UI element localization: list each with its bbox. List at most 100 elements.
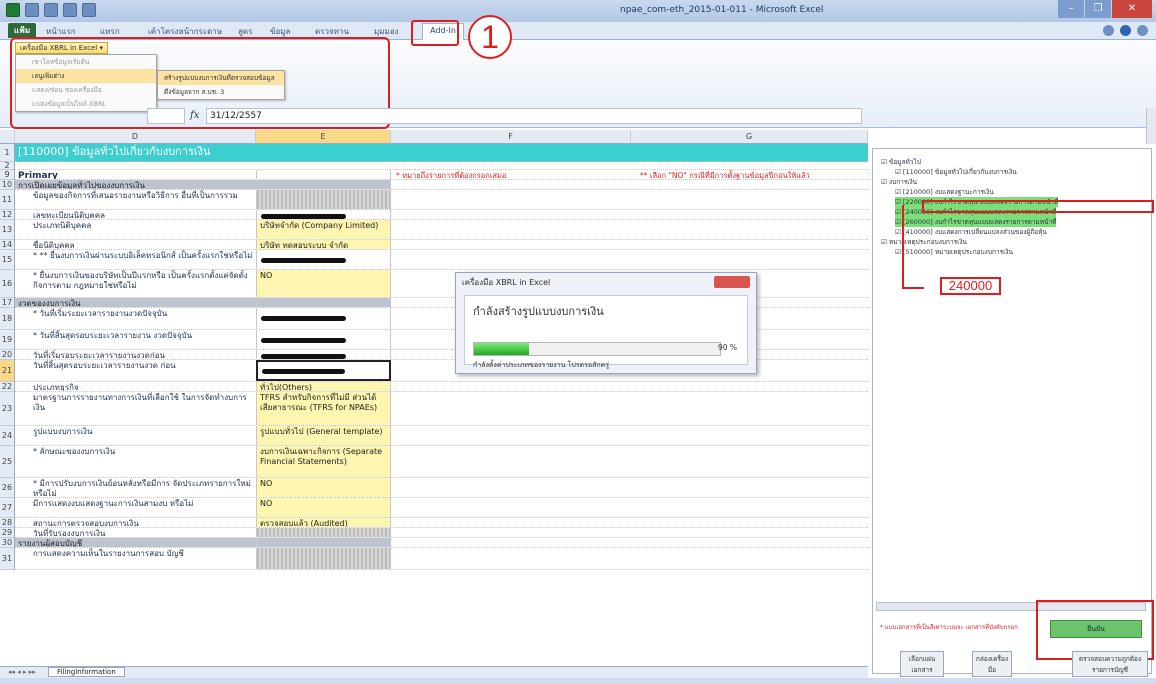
column-header-g[interactable]: G: [631, 130, 868, 144]
cell-label[interactable]: งวดของงบการเงิน: [15, 298, 256, 307]
row-header[interactable]: 26: [0, 478, 15, 498]
quick-access-dropdown-icon[interactable]: [82, 3, 96, 17]
cell-value[interactable]: [256, 360, 391, 381]
row-header[interactable]: 1: [0, 144, 15, 162]
column-header-d[interactable]: D: [15, 130, 256, 144]
cell-value[interactable]: [256, 548, 391, 569]
row-header[interactable]: 18: [0, 308, 15, 330]
checkbox-icon[interactable]: ☑: [895, 188, 903, 196]
fx-icon[interactable]: fx: [190, 108, 204, 124]
cell-label[interactable]: สถานะการตรวจสอบงบการเงิน: [15, 518, 256, 527]
cell-value[interactable]: [256, 538, 391, 547]
minimize-ribbon-icon[interactable]: [1103, 25, 1114, 36]
cell-label[interactable]: เลขทะเบียนนิติบุคคล: [15, 210, 256, 219]
cell-label[interactable]: Primary: [15, 170, 256, 179]
row-header[interactable]: 16: [0, 270, 15, 298]
cell-label[interactable]: [15, 162, 256, 169]
row-header[interactable]: 2: [0, 162, 15, 170]
row-header[interactable]: 14: [0, 240, 15, 250]
checkbox-icon[interactable]: ☑: [881, 158, 889, 166]
cell-label[interactable]: [110000] ข้อมูลทั่วไปเกี่ยวกับงบการเงิน: [15, 144, 256, 161]
cell-value[interactable]: ตรวจสอบแล้ว (Audited): [256, 518, 391, 527]
cell-value[interactable]: งบการเงินเฉพาะกิจการ (Separate Financial…: [256, 446, 391, 477]
cell-label[interactable]: มาตรฐานการรายงานทางการเงินที่เลือกใช้ ใน…: [15, 392, 256, 425]
column-header-e[interactable]: E: [256, 130, 391, 144]
help-icon[interactable]: [1120, 25, 1131, 36]
cell-label[interactable]: ข้อมูลของกิจการที่เสนอรายงานหรือวิธีการ …: [15, 190, 256, 209]
cell-label[interactable]: วันที่สิ้นสุดรอบระยะเวลารายงานงวด ก่อน: [15, 360, 256, 381]
redo-icon[interactable]: [63, 3, 77, 17]
row-header[interactable]: 25: [0, 446, 15, 478]
cell-value[interactable]: NO: [256, 478, 391, 497]
cell-label[interactable]: รายงานผู้สอบบัญชี: [15, 538, 256, 547]
cell-label[interactable]: การเปิดเผยข้อมูลทั่วไปของงบการเงิน: [15, 180, 256, 189]
row-header[interactable]: 13: [0, 220, 15, 240]
tree-item[interactable]: ☑ [210000] งบแสดงฐานะการเงิน: [895, 187, 994, 197]
toolbox-button[interactable]: กล่องเครื่อง มือ: [972, 651, 1012, 677]
select-sheets-button[interactable]: เลือกแผ่น เอกสาร: [900, 651, 944, 677]
cell-label[interactable]: ชื่อนิติบุคคล: [15, 240, 256, 249]
cell-label[interactable]: * ** ยื่นงบการเงินผ่านระบบอิเล็คทรอนิกส์…: [15, 250, 256, 269]
minimize-button[interactable]: –: [1058, 0, 1084, 18]
row-header[interactable]: 28: [0, 518, 15, 528]
row-header[interactable]: 17: [0, 298, 15, 308]
close-button[interactable]: ✕: [1112, 0, 1152, 18]
save-icon[interactable]: [25, 3, 39, 17]
cell-value[interactable]: [256, 180, 391, 189]
cell-value[interactable]: [256, 350, 391, 359]
confirm-button[interactable]: ยืนยัน: [1050, 620, 1142, 638]
undo-icon[interactable]: [44, 3, 58, 17]
row-header[interactable]: 20: [0, 350, 15, 360]
checkbox-icon[interactable]: ☑: [881, 178, 889, 186]
cell-value[interactable]: NO: [256, 498, 391, 517]
cell-value[interactable]: [256, 210, 391, 219]
column-header-f[interactable]: F: [391, 130, 631, 144]
formula-scrollbar[interactable]: [1146, 108, 1156, 144]
cell-value[interactable]: บริษัทจำกัด (Company Limited): [256, 220, 391, 239]
dialog-close-button[interactable]: [714, 276, 750, 288]
row-header[interactable]: 24: [0, 426, 15, 446]
cell-label[interactable]: ประเภทนิติบุคคล: [15, 220, 256, 239]
row-header[interactable]: 10: [0, 180, 15, 190]
row-header[interactable]: 30: [0, 538, 15, 548]
cell-value[interactable]: ทั่วไป(Others): [256, 382, 391, 391]
row-header[interactable]: 27: [0, 498, 15, 518]
row-header[interactable]: 22: [0, 382, 15, 392]
cell-label[interactable]: ประเภทธุรกิจ: [15, 382, 256, 391]
formula-input[interactable]: 31/12/2557: [206, 108, 862, 124]
cell-label[interactable]: * มีการปรับงบการเงินย้อนหลังหรือมีการ จั…: [15, 478, 256, 497]
cell-value[interactable]: บริษัท ทดสอบระบบ จำกัด: [256, 240, 391, 249]
cell-value[interactable]: TFRS สำหรับกิจการที่ไม่มี ส่วนได้เสียสาธ…: [256, 392, 391, 425]
cell-value[interactable]: รูปแบบทั่วไป (General template): [256, 426, 391, 445]
cell-label[interactable]: รูปแบบงบการเงิน: [15, 426, 256, 445]
sheet-tab-filing-information[interactable]: FilingInformation: [48, 667, 125, 677]
cell-value[interactable]: [256, 250, 391, 269]
row-header[interactable]: 19: [0, 330, 15, 350]
restore-icon[interactable]: [1137, 25, 1148, 36]
tree-item[interactable]: ☑ [110000] ข้อมูลทั่วไปเกี่ยวกับงบการเงิ…: [895, 167, 1017, 177]
tree-item[interactable]: ☑ งบการเงิน: [881, 177, 917, 187]
sheet-nav-arrows[interactable]: ◂◂ ◂ ▸ ▸▸: [8, 668, 36, 676]
cell-label[interactable]: การแสดงความเห็นในรายงานการสอบ บัญชี: [15, 548, 256, 569]
cell-label[interactable]: * วันที่สิ้นสุดรอบระยะเวลารายงาน งวดปัจจ…: [15, 330, 256, 349]
row-header[interactable]: 12: [0, 210, 15, 220]
validate-button[interactable]: ตรวจสอบความถูกต้อง รายการบัญชี: [1072, 651, 1148, 677]
cell-label[interactable]: วันที่รับรองงบการเงิน: [15, 528, 256, 537]
select-all-corner[interactable]: [0, 130, 15, 144]
cell-label[interactable]: * วันที่เริ่มระยะเวลารายงานงวดปัจจุบัน: [15, 308, 256, 329]
cell-value[interactable]: [256, 190, 391, 209]
cell-label[interactable]: * ลักษณะของงบการเงิน: [15, 446, 256, 477]
cell-label[interactable]: มีการแสดงงบแสดงฐานะการเงินสามงบ หรือไม่: [15, 498, 256, 517]
tab-file[interactable]: แฟ้ม: [8, 23, 37, 38]
row-header[interactable]: 29: [0, 528, 15, 538]
cell-label[interactable]: วันที่เริ่มรอบระยะเวลารายงานงวดก่อน: [15, 350, 256, 359]
row-header[interactable]: 21: [0, 360, 15, 382]
row-header[interactable]: 15: [0, 250, 15, 270]
cell-value[interactable]: [256, 330, 391, 349]
tree-item[interactable]: ☑ ข้อมูลทั่วไป: [881, 157, 921, 167]
name-box[interactable]: [147, 108, 185, 124]
row-header[interactable]: 9: [0, 170, 15, 180]
cell-value[interactable]: [256, 308, 391, 329]
cell-value[interactable]: [256, 170, 391, 179]
cell-value[interactable]: [256, 528, 391, 537]
